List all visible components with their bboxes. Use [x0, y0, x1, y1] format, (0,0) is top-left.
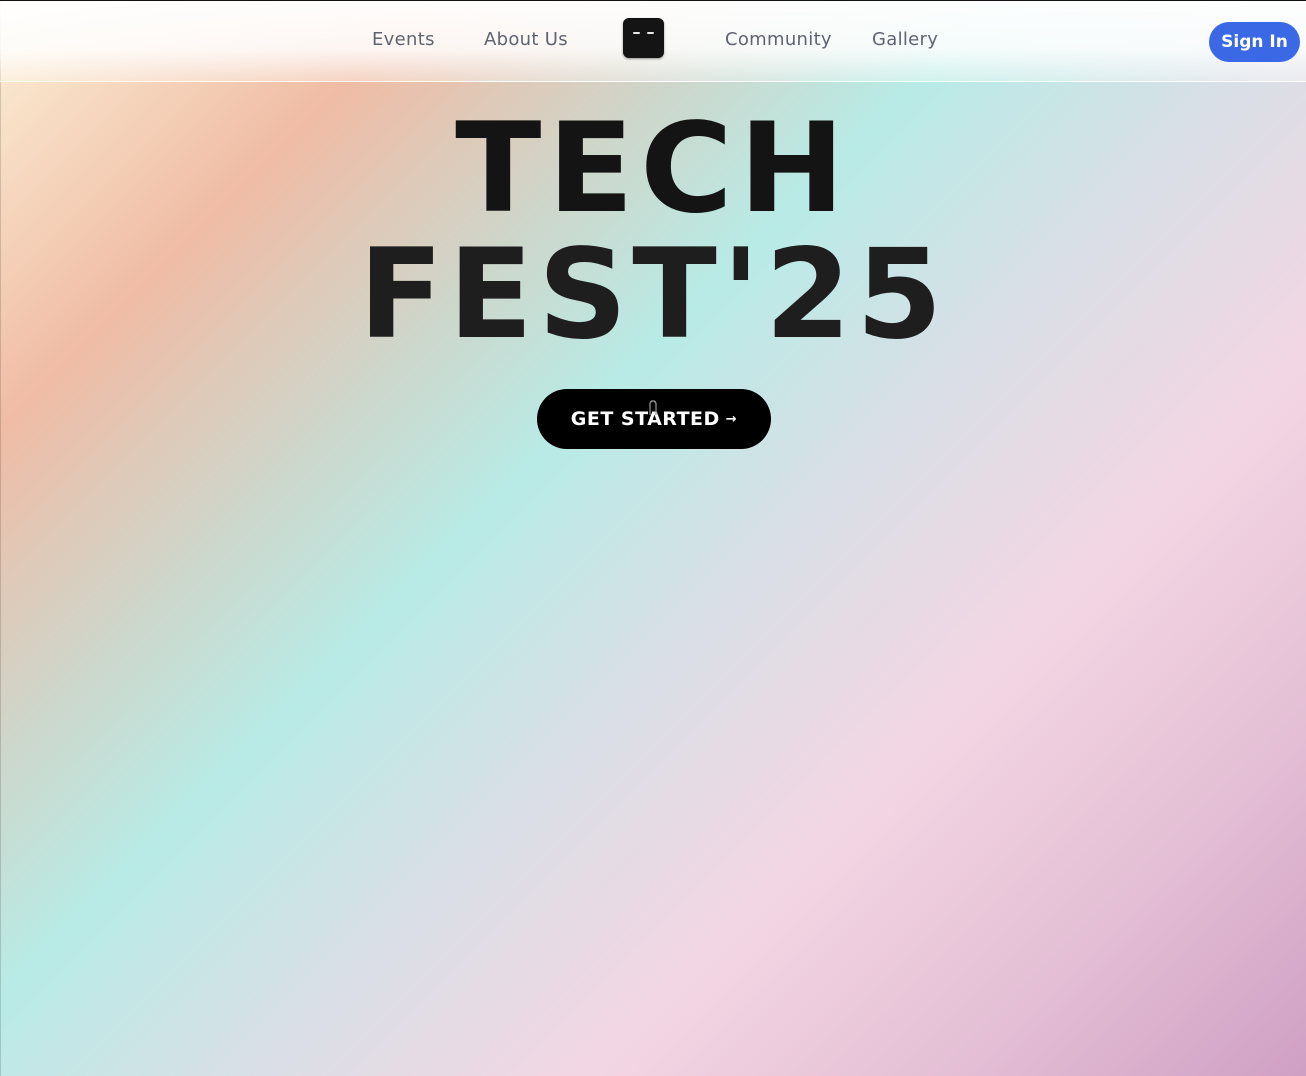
arrow-right-icon: → — [725, 411, 738, 427]
nav-link-events[interactable]: Events — [372, 29, 435, 50]
get-started-label: GET STARTED — [570, 408, 720, 430]
sign-in-button[interactable]: Sign In — [1209, 22, 1300, 62]
nav-link-community[interactable]: Community — [725, 29, 832, 50]
nav-link-gallery[interactable]: Gallery — [872, 29, 938, 50]
logo-right-eye — [647, 32, 654, 34]
logo-left-eye — [633, 32, 640, 34]
robot-face-icon[interactable] — [623, 18, 664, 58]
top-navbar: Events About Us Community Gallery Sign I… — [0, 1, 1306, 82]
get-started-button[interactable]: GET STARTED → — [537, 389, 771, 449]
hero-title-line-1: TECH — [455, 97, 851, 241]
text-cursor-icon — [649, 400, 657, 415]
hero-title-line-2: FEST'25 — [358, 223, 948, 367]
nav-link-about-us[interactable]: About Us — [484, 29, 568, 50]
